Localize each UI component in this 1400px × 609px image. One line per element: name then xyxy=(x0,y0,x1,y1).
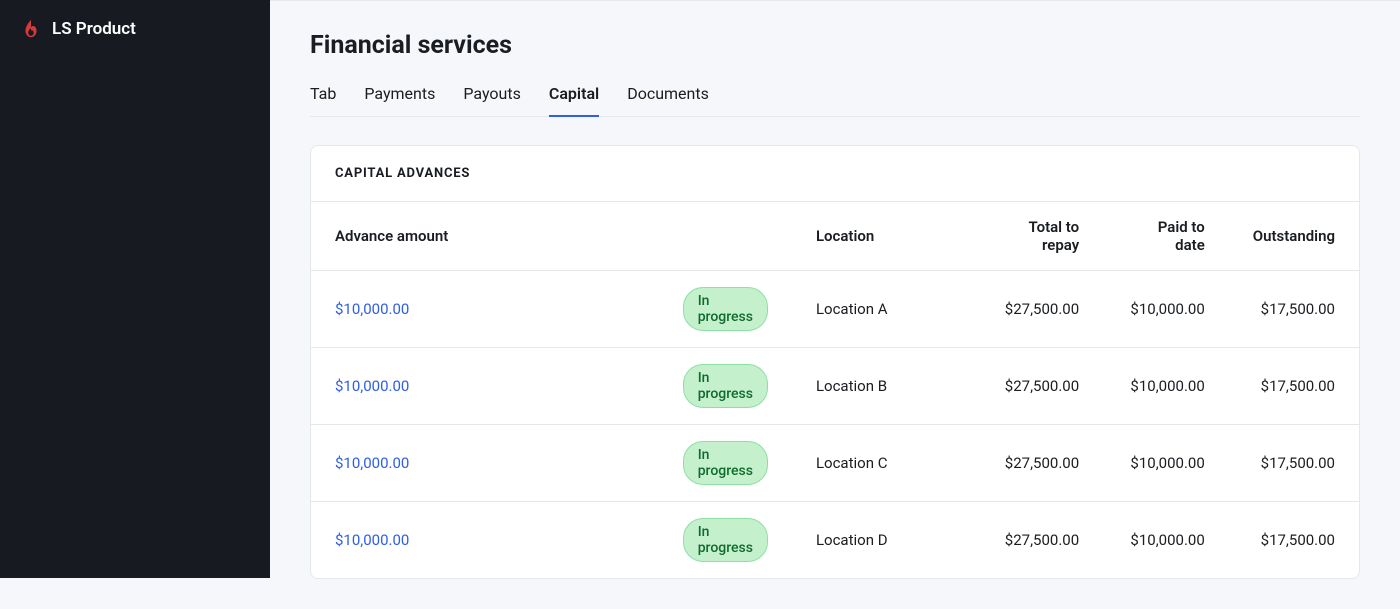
tab-payments[interactable]: Payments xyxy=(364,84,435,117)
table-row: $10,000.00 In progress Location A $27,50… xyxy=(311,271,1359,348)
th-status xyxy=(659,202,792,271)
paid-to-date-cell: $10,000.00 xyxy=(1103,502,1229,579)
content: Financial services Tab Payments Payouts … xyxy=(270,1,1400,609)
location-cell: Location C xyxy=(792,425,968,502)
location-cell: Location D xyxy=(792,502,968,579)
tabs: Tab Payments Payouts Capital Documents xyxy=(310,84,1360,117)
outstanding-cell: $17,500.00 xyxy=(1229,425,1359,502)
location-cell: Location A xyxy=(792,271,968,348)
status-badge: In progress xyxy=(683,441,768,485)
sidebar-header: LS Product xyxy=(0,0,270,58)
th-total-repay: Total to repay xyxy=(967,202,1103,271)
table-row: $10,000.00 In progress Location B $27,50… xyxy=(311,348,1359,425)
page-title: Financial services xyxy=(310,31,1360,60)
outstanding-cell: $17,500.00 xyxy=(1229,348,1359,425)
status-badge: In progress xyxy=(683,518,768,562)
paid-to-date-cell: $10,000.00 xyxy=(1103,348,1229,425)
tab-tab[interactable]: Tab xyxy=(310,84,336,117)
tab-capital[interactable]: Capital xyxy=(549,84,599,117)
th-amount: Advance amount xyxy=(311,202,659,271)
sidebar: LS Product xyxy=(0,0,270,578)
total-repay-cell: $27,500.00 xyxy=(967,271,1103,348)
table-row: $10,000.00 In progress Location C $27,50… xyxy=(311,425,1359,502)
capital-advances-card: CAPITAL ADVANCES Advance amount Location… xyxy=(310,145,1360,579)
th-paid-to-date: Paid to date xyxy=(1103,202,1229,271)
card-title: CAPITAL ADVANCES xyxy=(311,146,1359,202)
advance-amount-link[interactable]: $10,000.00 xyxy=(335,454,409,472)
status-badge: In progress xyxy=(683,364,768,408)
table-row: $10,000.00 In progress Location D $27,50… xyxy=(311,502,1359,579)
flame-logo-icon xyxy=(20,18,42,40)
tab-documents[interactable]: Documents xyxy=(627,84,709,117)
main-area: Financial services Tab Payments Payouts … xyxy=(270,0,1400,578)
product-name: LS Product xyxy=(52,19,136,39)
th-outstanding: Outstanding xyxy=(1229,202,1359,271)
advance-amount-link[interactable]: $10,000.00 xyxy=(335,531,409,549)
advance-amount-link[interactable]: $10,000.00 xyxy=(335,377,409,395)
advance-amount-link[interactable]: $10,000.00 xyxy=(335,300,409,318)
location-cell: Location B xyxy=(792,348,968,425)
total-repay-cell: $27,500.00 xyxy=(967,348,1103,425)
th-location: Location xyxy=(792,202,968,271)
total-repay-cell: $27,500.00 xyxy=(967,502,1103,579)
paid-to-date-cell: $10,000.00 xyxy=(1103,425,1229,502)
outstanding-cell: $17,500.00 xyxy=(1229,502,1359,579)
total-repay-cell: $27,500.00 xyxy=(967,425,1103,502)
outstanding-cell: $17,500.00 xyxy=(1229,271,1359,348)
paid-to-date-cell: $10,000.00 xyxy=(1103,271,1229,348)
status-badge: In progress xyxy=(683,287,768,331)
tab-payouts[interactable]: Payouts xyxy=(463,84,520,117)
advances-table: Advance amount Location Total to repay P… xyxy=(311,202,1359,578)
